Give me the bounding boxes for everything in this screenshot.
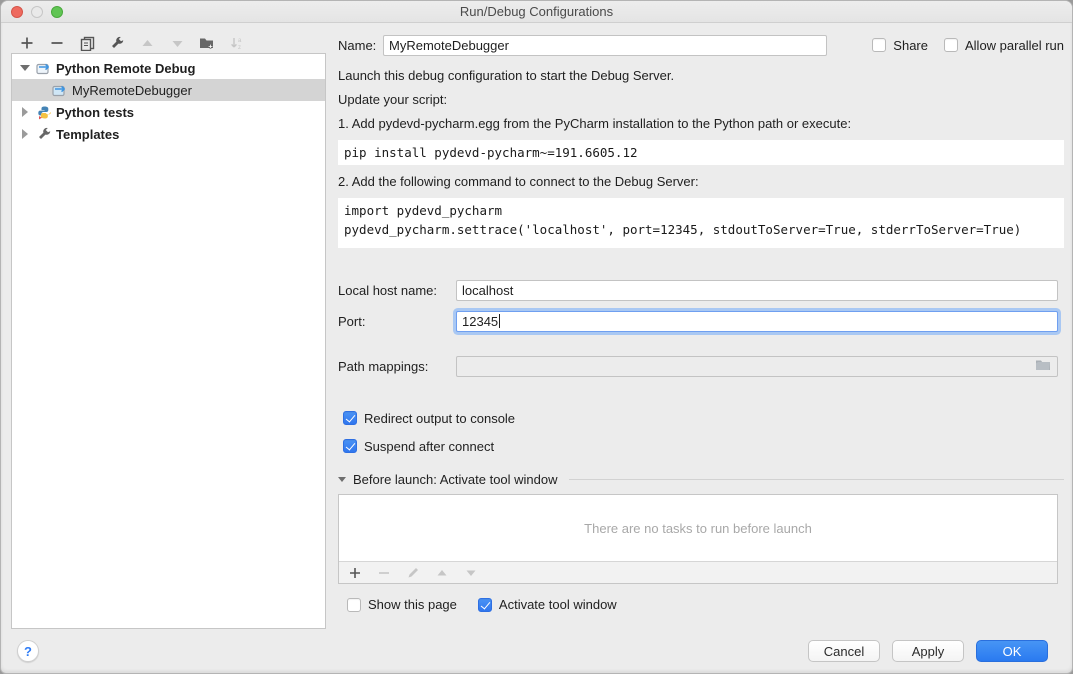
redirect-output-checkbox-row[interactable]: Redirect output to console <box>338 410 1064 426</box>
chevron-down-icon[interactable] <box>18 65 32 71</box>
new-folder-icon[interactable] <box>199 35 215 51</box>
show-this-page-checkbox-row[interactable]: Show this page <box>347 597 457 612</box>
instruction-step-1: 1. Add pydevd-pycharm.egg from the PyCha… <box>338 116 1064 131</box>
activate-tool-window-label: Activate tool window <box>499 597 617 612</box>
instruction-line-1: Launch this debug configuration to start… <box>338 68 1064 83</box>
port-label: Port: <box>338 314 456 329</box>
configuration-editor: Name: Share Allow parallel run Launch th… <box>338 29 1064 612</box>
tree-item-myremotedebugger[interactable]: MyRemoteDebugger <box>12 79 325 101</box>
tree-item-label: Python tests <box>56 105 134 120</box>
svg-text:a: a <box>238 38 242 44</box>
edit-defaults-wrench-icon[interactable] <box>109 35 125 51</box>
move-up-icon <box>435 566 449 580</box>
instruction-step-2: 2. Add the following command to connect … <box>338 174 1064 189</box>
name-label: Name: <box>338 38 383 53</box>
collapse-section-icon[interactable] <box>338 477 346 482</box>
python-tests-icon <box>36 104 52 120</box>
remove-icon[interactable] <box>49 35 65 51</box>
configurations-toolbar: az <box>19 33 245 53</box>
minimize-window-icon <box>31 6 43 18</box>
share-label: Share <box>893 38 928 53</box>
share-checkbox[interactable] <box>872 38 886 52</box>
path-mappings-input[interactable] <box>456 356 1058 377</box>
settrace-code-block[interactable]: import pydevd_pycharm pydevd_pycharm.set… <box>338 198 1064 248</box>
remote-debug-icon <box>52 82 68 98</box>
share-checkbox-row[interactable]: Share <box>872 38 928 53</box>
settrace-code-line-2: pydevd_pycharm.settrace('localhost', por… <box>344 220 1058 239</box>
close-window-icon[interactable] <box>11 6 23 18</box>
section-divider <box>569 479 1064 480</box>
cancel-button[interactable]: Cancel <box>808 640 880 662</box>
local-host-name-input[interactable] <box>456 280 1058 301</box>
tree-item-templates[interactable]: Templates <box>12 123 325 145</box>
before-launch-section-header[interactable]: Before launch: Activate tool window <box>338 472 1064 487</box>
suspend-after-connect-label: Suspend after connect <box>364 439 494 454</box>
wrench-icon <box>36 126 52 142</box>
redirect-output-checkbox[interactable] <box>343 411 357 425</box>
sort-alphabetically-icon: az <box>229 35 245 51</box>
help-button[interactable]: ? <box>17 640 39 662</box>
configurations-tree: Python Remote Debug MyRemoteDebugger Pyt… <box>11 53 326 629</box>
before-launch-title: Before launch: Activate tool window <box>353 472 558 487</box>
allow-parallel-run-label: Allow parallel run <box>965 38 1064 53</box>
instruction-line-2: Update your script: <box>338 92 1064 107</box>
chevron-right-icon[interactable] <box>18 107 32 117</box>
text-caret <box>499 314 500 328</box>
remove-icon <box>377 566 391 580</box>
name-input[interactable] <box>383 35 827 56</box>
empty-task-message: There are no tasks to run before launch <box>339 495 1057 561</box>
task-list-toolbar <box>339 561 1057 583</box>
tree-item-label: Templates <box>56 127 119 142</box>
allow-parallel-run-checkbox[interactable] <box>944 38 958 52</box>
show-this-page-checkbox[interactable] <box>347 598 361 612</box>
ok-button[interactable]: OK <box>976 640 1048 662</box>
move-down-icon <box>464 566 478 580</box>
apply-button[interactable]: Apply <box>892 640 964 662</box>
edit-pencil-icon <box>406 566 420 580</box>
activate-tool-window-checkbox-row[interactable]: Activate tool window <box>478 597 617 612</box>
tree-item-label: Python Remote Debug <box>56 61 195 76</box>
run-debug-configurations-dialog: Run/Debug Configurations az <box>0 0 1073 674</box>
suspend-after-connect-checkbox-row[interactable]: Suspend after connect <box>338 438 1064 454</box>
tree-item-label: MyRemoteDebugger <box>72 83 192 98</box>
chevron-right-icon[interactable] <box>18 129 32 139</box>
browse-folder-icon[interactable] <box>1035 359 1051 374</box>
move-down-icon <box>169 35 185 51</box>
show-this-page-label: Show this page <box>368 597 457 612</box>
allow-parallel-run-checkbox-row[interactable]: Allow parallel run <box>944 38 1064 53</box>
move-up-icon <box>139 35 155 51</box>
add-icon[interactable] <box>348 566 362 580</box>
title-bar: Run/Debug Configurations <box>1 1 1072 23</box>
tree-item-python-tests[interactable]: Python tests <box>12 101 325 123</box>
tree-item-python-remote-debug[interactable]: Python Remote Debug <box>12 57 325 79</box>
port-input[interactable]: 12345 <box>456 311 1058 332</box>
zoom-window-icon[interactable] <box>51 6 63 18</box>
copy-icon[interactable] <box>79 35 95 51</box>
local-host-name-label: Local host name: <box>338 283 456 298</box>
activate-tool-window-checkbox[interactable] <box>478 598 492 612</box>
svg-text:z: z <box>238 45 241 51</box>
pip-install-code[interactable]: pip install pydevd-pycharm~=191.6605.12 <box>338 140 1064 165</box>
redirect-output-label: Redirect output to console <box>364 411 515 426</box>
before-launch-task-list: There are no tasks to run before launch <box>338 494 1058 584</box>
suspend-after-connect-checkbox[interactable] <box>343 439 357 453</box>
window-title: Run/Debug Configurations <box>460 4 613 19</box>
settrace-code-line-1: import pydevd_pycharm <box>344 201 1058 220</box>
add-icon[interactable] <box>19 35 35 51</box>
remote-debug-icon <box>36 60 52 76</box>
path-mappings-label: Path mappings: <box>338 359 456 374</box>
